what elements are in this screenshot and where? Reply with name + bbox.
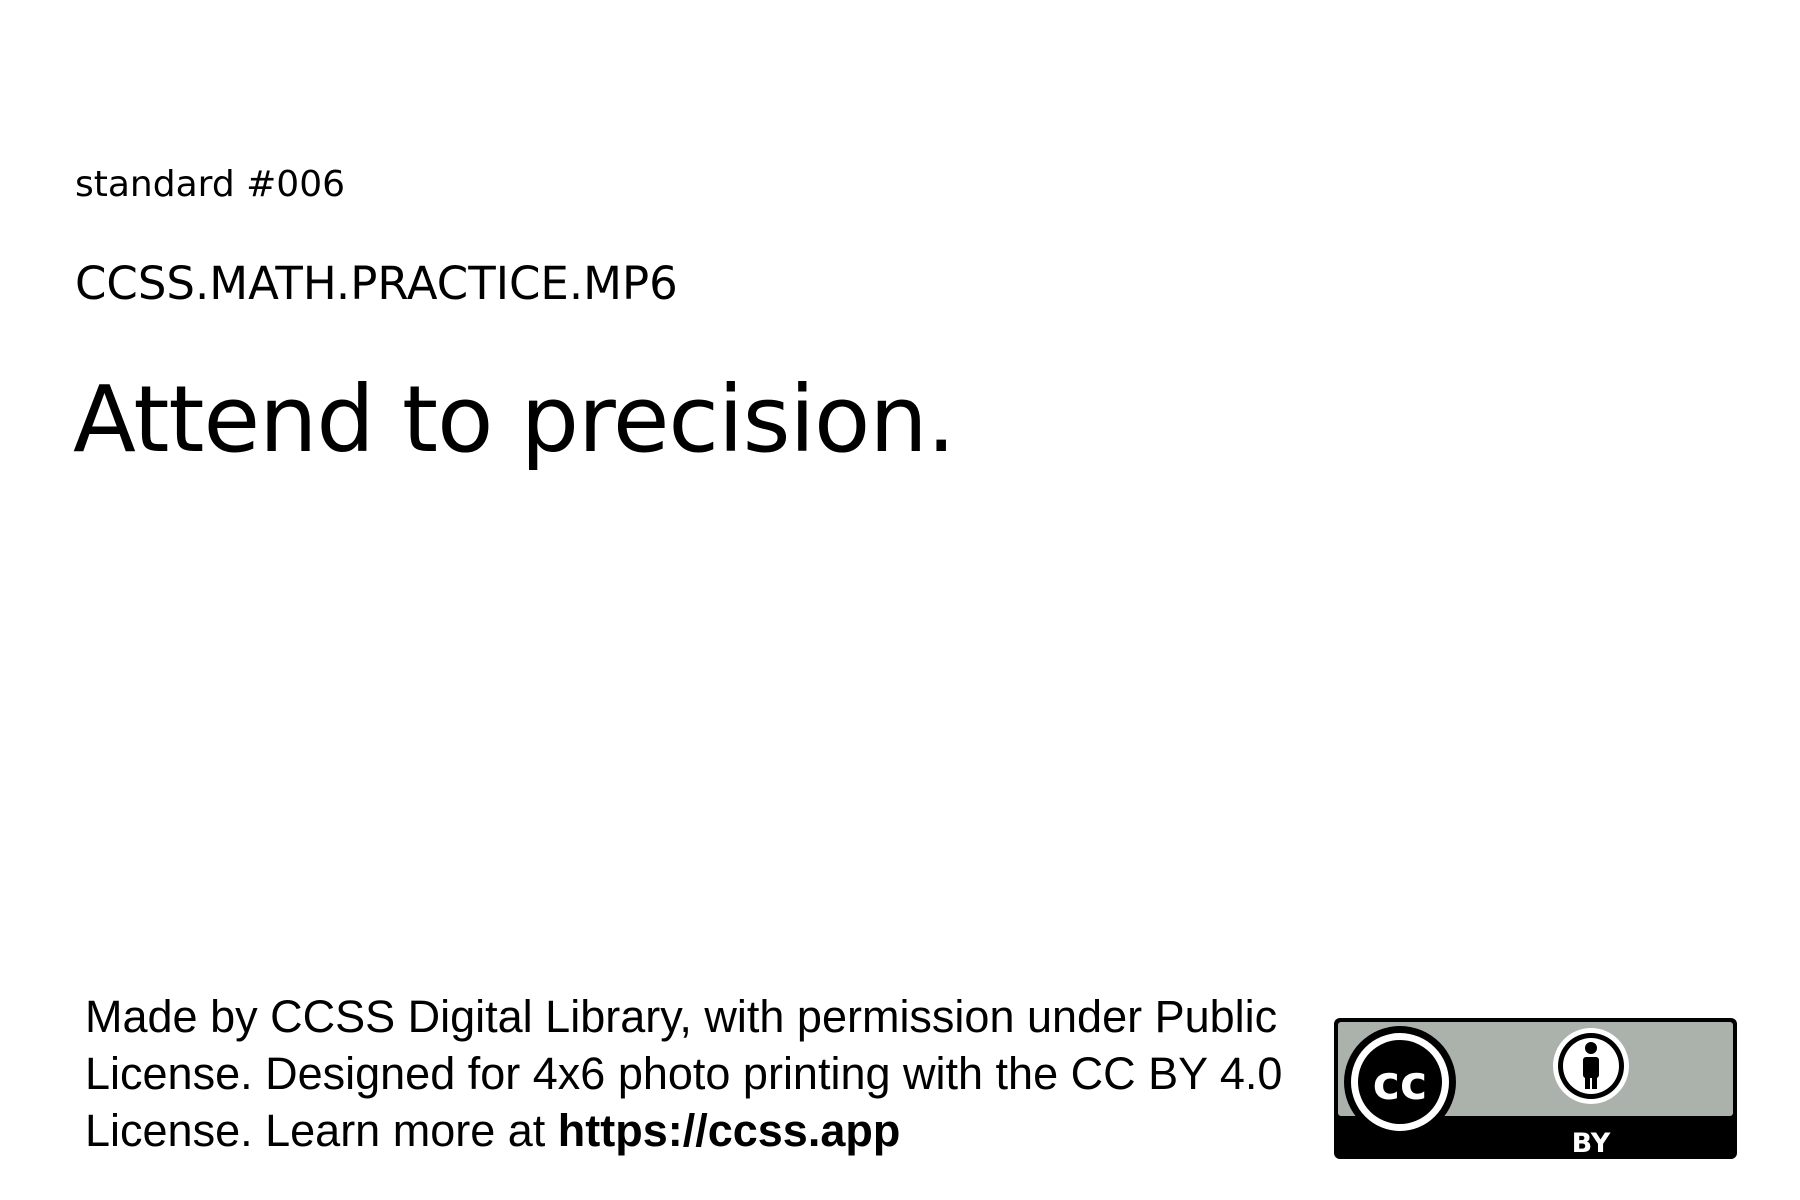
standard-card: standard #006 CCSS.MATH.PRACTICE.MP6 Att… — [0, 0, 1800, 1200]
attribution-person-icon — [1553, 1028, 1629, 1104]
by-label: BY — [1572, 1128, 1611, 1159]
standard-title: Attend to precision. — [73, 366, 956, 473]
attribution-text: Made by CCSS Digital Library, with permi… — [85, 988, 1295, 1159]
standard-number: standard #006 — [75, 164, 345, 205]
cc-by-license-icon: cc BY — [1334, 1018, 1737, 1159]
attribution-url-link[interactable]: https://ccss.app — [558, 1105, 901, 1156]
standard-code: CCSS.MATH.PRACTICE.MP6 — [75, 257, 678, 310]
cc-label: cc — [1373, 1056, 1428, 1110]
